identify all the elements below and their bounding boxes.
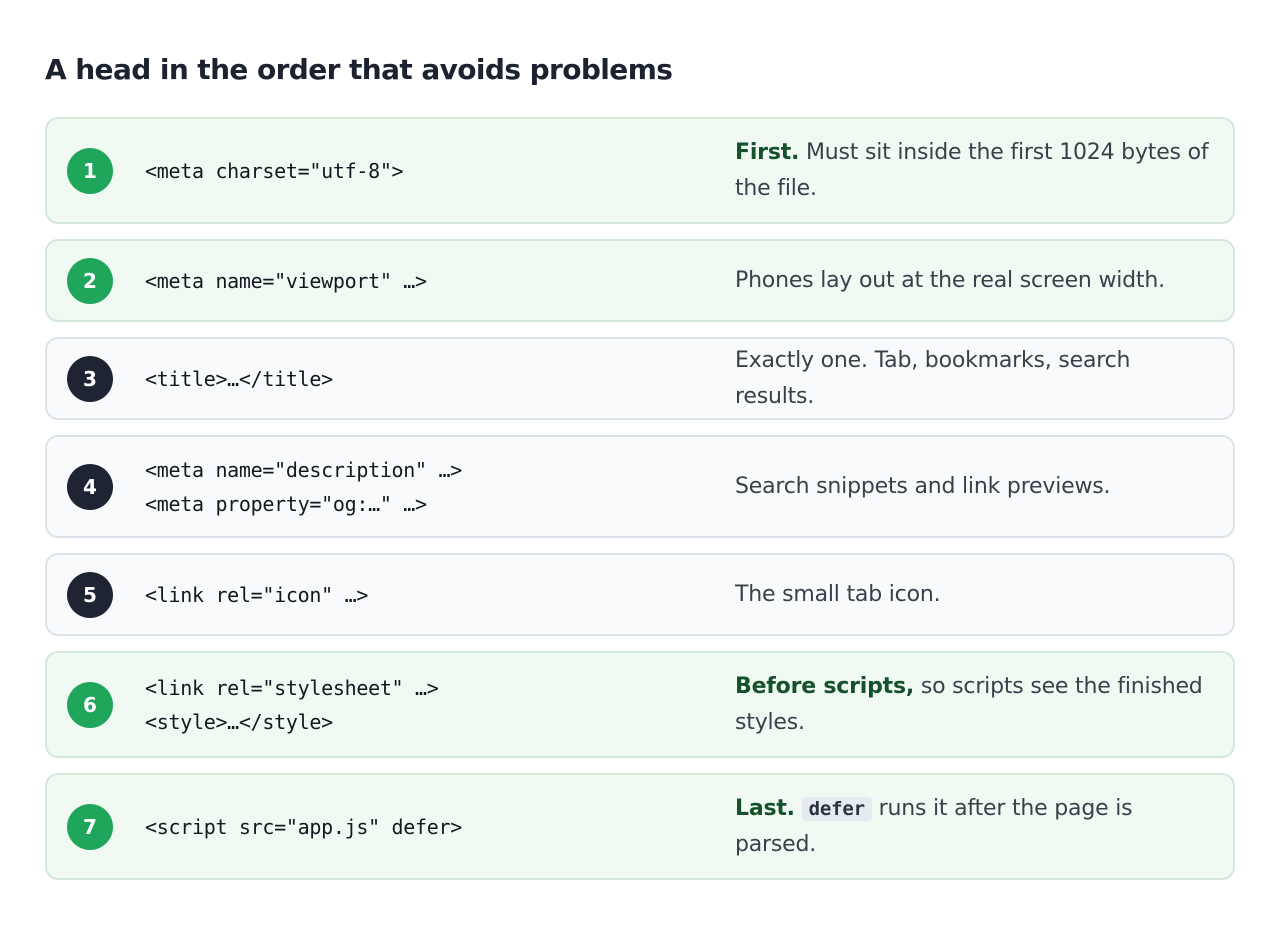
note-text: The small tab icon.	[735, 581, 941, 607]
step-number-badge: 2	[67, 257, 113, 304]
step-note: Before scripts, so scripts see the finis…	[735, 669, 1213, 741]
step-number-badge: 5	[67, 571, 113, 618]
step-number-badge: 7	[67, 803, 113, 850]
step-note: The small tab icon.	[735, 577, 1213, 613]
step-row-1: 1 <meta charset="utf-8"> First. Must sit…	[45, 117, 1235, 224]
step-code: <link rel="icon" …>	[145, 578, 735, 612]
step-note: Phones lay out at the real screen width.	[735, 263, 1213, 299]
step-code: <title>…</title>	[145, 362, 735, 396]
head-order-panel: A head in the order that avoids problems…	[45, 50, 1235, 895]
step-number-badge: 1	[67, 147, 113, 194]
code-line: <meta name="description" …>	[145, 457, 463, 482]
code-line: <link rel="stylesheet" …>	[145, 675, 439, 700]
step-row-5: 5 <link rel="icon" …> The small tab icon…	[45, 553, 1235, 636]
code-line: <style>…</style>	[145, 709, 333, 734]
code-line: <title>…</title>	[145, 366, 333, 391]
code-line: <meta property="og:…" …>	[145, 491, 427, 516]
step-note: Exactly one. Tab, bookmarks, search resu…	[735, 343, 1213, 415]
step-row-6: 6 <link rel="stylesheet" …> <style>…</st…	[45, 651, 1235, 758]
code-line: <link rel="icon" …>	[145, 582, 369, 607]
step-code: <meta name="description" …> <meta proper…	[145, 453, 735, 521]
step-code: <meta name="viewport" …>	[145, 264, 735, 298]
step-row-4: 4 <meta name="description" …> <meta prop…	[45, 435, 1235, 538]
code-line: <script src="app.js" defer>	[145, 814, 463, 839]
step-number-badge: 4	[67, 463, 113, 510]
step-note: Last. defer runs it after the page is pa…	[735, 791, 1213, 863]
code-line: <meta charset="utf-8">	[145, 158, 404, 183]
step-number-badge: 3	[67, 355, 113, 402]
step-note: First. Must sit inside the first 1024 by…	[735, 135, 1213, 207]
note-emphasis: Last.	[735, 795, 795, 821]
note-text: Exactly one. Tab, bookmarks, search resu…	[735, 347, 1131, 409]
step-row-3: 3 <title>…</title> Exactly one. Tab, boo…	[45, 337, 1235, 420]
code-line: <meta name="viewport" …>	[145, 268, 427, 293]
note-emphasis: First.	[735, 139, 800, 165]
note-text: Phones lay out at the real screen width.	[735, 267, 1165, 293]
step-code: <link rel="stylesheet" …> <style>…</styl…	[145, 671, 735, 739]
step-number-badge: 6	[67, 681, 113, 728]
note-text: runs it after the page is parsed.	[735, 795, 1133, 857]
step-note: Search snippets and link previews.	[735, 469, 1213, 505]
inline-code-defer: defer	[801, 796, 872, 821]
step-code: <script src="app.js" defer>	[145, 810, 735, 844]
note-text: Must sit inside the first 1024 bytes of …	[735, 139, 1209, 201]
step-row-2: 2 <meta name="viewport" …> Phones lay ou…	[45, 239, 1235, 322]
note-text: Search snippets and link previews.	[735, 473, 1111, 499]
step-row-7: 7 <script src="app.js" defer> Last. defe…	[45, 773, 1235, 880]
page-title: A head in the order that avoids problems	[45, 53, 673, 86]
step-code: <meta charset="utf-8">	[145, 154, 735, 188]
steps-list: 1 <meta charset="utf-8"> First. Must sit…	[45, 117, 1235, 880]
note-emphasis: Before scripts,	[735, 673, 915, 699]
